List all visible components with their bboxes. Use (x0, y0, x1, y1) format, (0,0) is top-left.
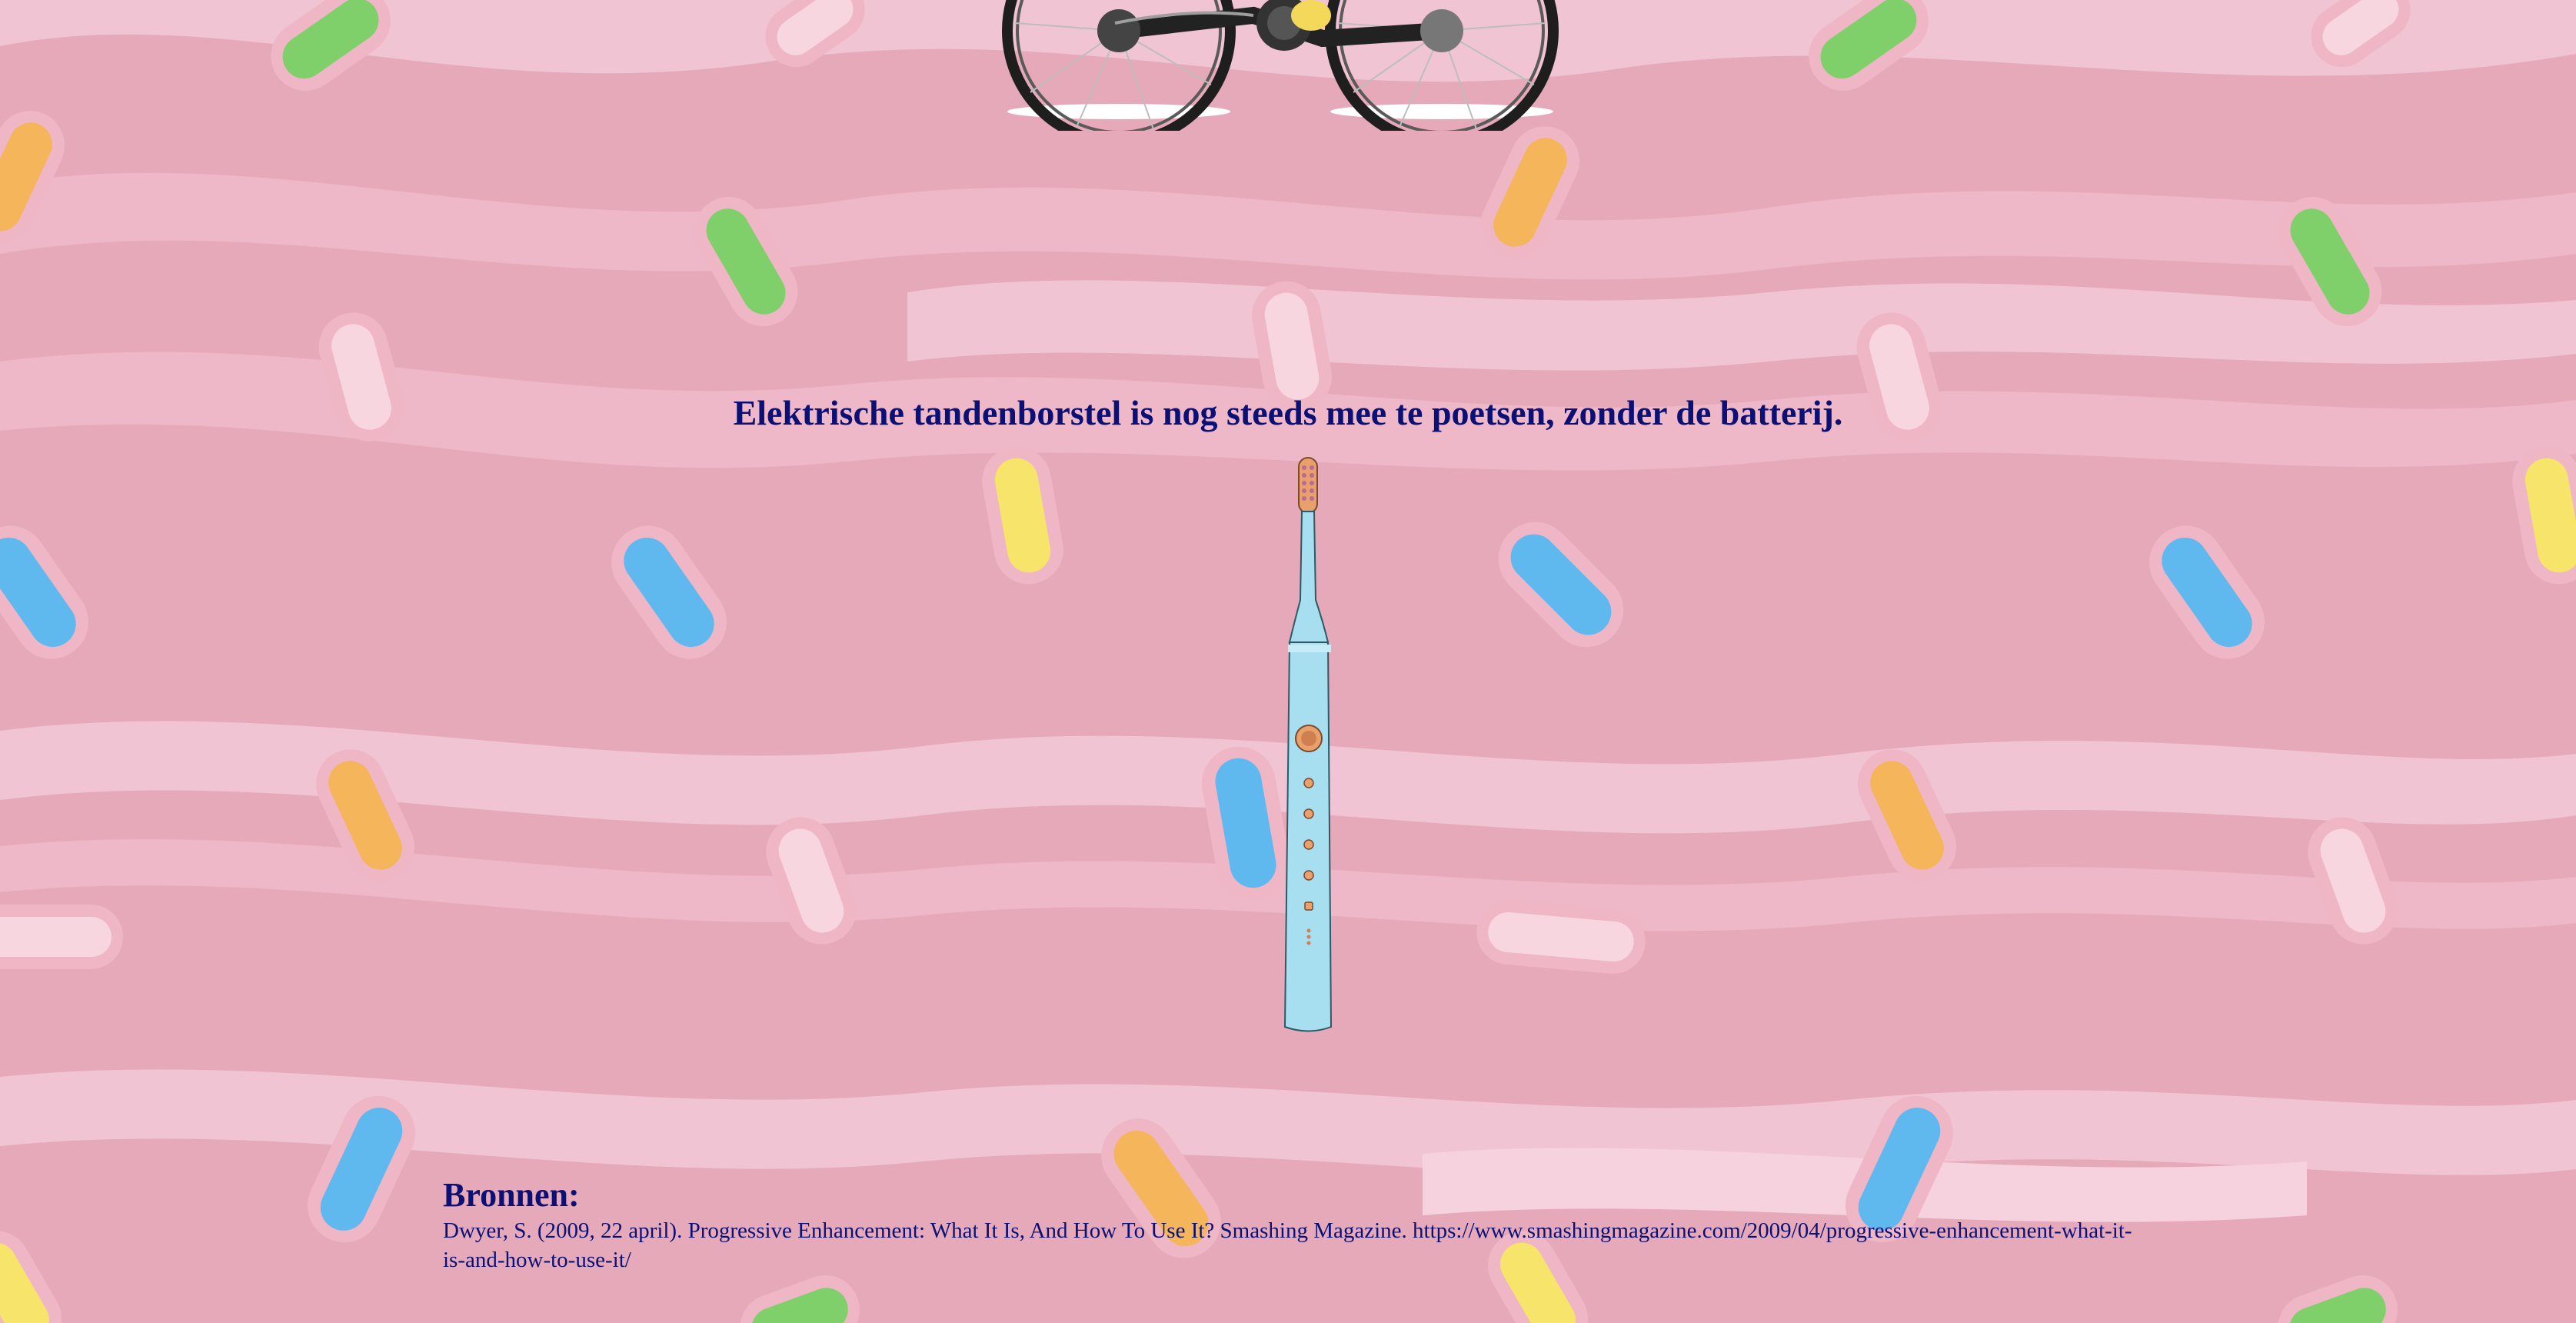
sources-section: Bronnen: Dwyer, S. (2009, 22 april). Pro… (443, 1176, 2135, 1275)
sources-heading: Bronnen: (443, 1176, 580, 1214)
page-headline: Elektrische tandenborstel is nog steeds … (733, 393, 1843, 432)
page-content: Elektrische tandenborstel is nog steeds … (0, 0, 2576, 1323)
electric-toothbrush-icon (1283, 457, 1333, 1032)
bicycle-icon (1002, 0, 1559, 131)
source-citation: Dwyer, S. (2009, 22 april). Progressive … (443, 1218, 2132, 1272)
